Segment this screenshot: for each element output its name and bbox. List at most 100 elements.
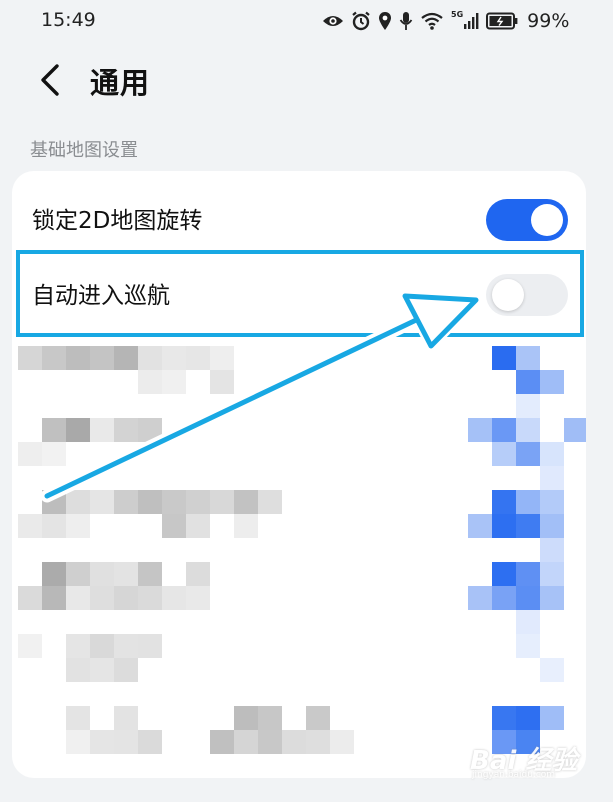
redacted-pixel [516, 610, 540, 634]
watermark-url: jingyan.baidu.com [472, 770, 556, 780]
redacted-pixel [138, 730, 162, 754]
redacted-pixel [18, 586, 42, 610]
setting-label: 锁定2D地图旋转 [32, 208, 203, 234]
toggle-knob [531, 204, 563, 236]
redacted-pixel [42, 418, 66, 442]
status-time: 15:49 [41, 9, 96, 31]
redacted-pixel [42, 442, 66, 466]
setting-label: 自动进入巡航 [32, 283, 170, 309]
network-label: 5G [451, 9, 464, 19]
settings-card: 锁定2D地图旋转 自动进入巡航 [12, 171, 586, 778]
redacted-pixel [66, 730, 90, 754]
redacted-pixel [114, 634, 138, 658]
redacted-pixel [330, 730, 354, 754]
redacted-pixel [138, 418, 162, 442]
redacted-pixel [516, 490, 540, 514]
redacted-pixel [90, 346, 114, 370]
redacted-pixel [492, 442, 516, 466]
redacted-pixel [42, 562, 66, 586]
redacted-pixel [540, 658, 564, 682]
redacted-pixel [186, 490, 210, 514]
alarm-icon [352, 11, 370, 31]
redacted-pixel [66, 706, 90, 730]
redacted-pixel [516, 346, 540, 370]
redacted-pixel [90, 730, 114, 754]
redacted-pixel [66, 562, 90, 586]
redacted-pixel [162, 490, 186, 514]
redacted-pixel [234, 514, 258, 538]
redacted-pixel [540, 442, 564, 466]
redacted-pixel [18, 514, 42, 538]
redacted-pixel [138, 346, 162, 370]
redacted-pixel [138, 586, 162, 610]
redacted-pixel [540, 466, 564, 490]
redacted-pixel [492, 418, 516, 442]
battery-icon [486, 12, 518, 30]
redacted-pixel [138, 370, 162, 394]
setting-row-auto-cruise[interactable]: 自动进入巡航 [12, 252, 586, 328]
redacted-pixel [306, 730, 330, 754]
redacted-pixel [114, 706, 138, 730]
redacted-pixel [492, 562, 516, 586]
redacted-pixel [138, 634, 162, 658]
redacted-pixel [210, 490, 234, 514]
redacted-pixel [258, 706, 282, 730]
redacted-pixel [114, 418, 138, 442]
redacted-pixel [540, 586, 564, 610]
redacted-pixel [492, 346, 516, 370]
redacted-pixel [210, 730, 234, 754]
redacted-pixel [114, 346, 138, 370]
redacted-pixel [516, 634, 540, 658]
redacted-pixel [114, 658, 138, 682]
redacted-pixel [18, 634, 42, 658]
redacted-pixel [540, 514, 564, 538]
auto-cruise-toggle[interactable] [486, 274, 568, 316]
setting-row-lock-2d-rotation[interactable]: 锁定2D地图旋转 [12, 177, 586, 253]
microphone-icon [399, 12, 413, 30]
redacted-pixel [516, 370, 540, 394]
back-button[interactable] [30, 60, 70, 100]
redacted-pixel [42, 490, 66, 514]
watermark: Bai 经验 jingyan.baidu.com [470, 740, 600, 790]
redacted-pixel [90, 490, 114, 514]
redacted-pixel [90, 586, 114, 610]
toggle-knob [492, 279, 524, 311]
status-icons: 5G 99% [322, 9, 569, 33]
redacted-pixel [186, 514, 210, 538]
redacted-pixel [90, 418, 114, 442]
redacted-pixel [90, 634, 114, 658]
redacted-pixel [138, 490, 162, 514]
redacted-pixel [138, 562, 162, 586]
redacted-pixel [18, 346, 42, 370]
redacted-pixel [468, 514, 492, 538]
redacted-pixel [492, 586, 516, 610]
redacted-pixel [516, 514, 540, 538]
redacted-pixel [540, 490, 564, 514]
redacted-pixel [468, 586, 492, 610]
redacted-pixel [210, 370, 234, 394]
lock-2d-rotation-toggle[interactable] [486, 199, 568, 241]
redacted-pixel [66, 658, 90, 682]
redacted-pixel [42, 586, 66, 610]
redacted-pixel [210, 346, 234, 370]
redacted-pixel [186, 346, 210, 370]
redacted-pixel [516, 706, 540, 730]
redacted-pixel [516, 442, 540, 466]
section-label: 基础地图设置 [30, 140, 138, 161]
redacted-pixel [258, 490, 282, 514]
redacted-pixel [186, 562, 210, 586]
redacted-pixel [492, 706, 516, 730]
chevron-left-icon [41, 64, 59, 96]
redacted-pixel [90, 658, 114, 682]
redacted-pixel [114, 586, 138, 610]
redacted-pixel [66, 514, 90, 538]
eye-icon [323, 16, 343, 26]
redacted-pixel [114, 562, 138, 586]
location-icon [379, 12, 391, 30]
redacted-pixel [540, 538, 564, 562]
redacted-pixel [162, 370, 186, 394]
redacted-pixel [186, 586, 210, 610]
redacted-pixel [492, 514, 516, 538]
redacted-pixel [66, 346, 90, 370]
redacted-pixel [66, 634, 90, 658]
